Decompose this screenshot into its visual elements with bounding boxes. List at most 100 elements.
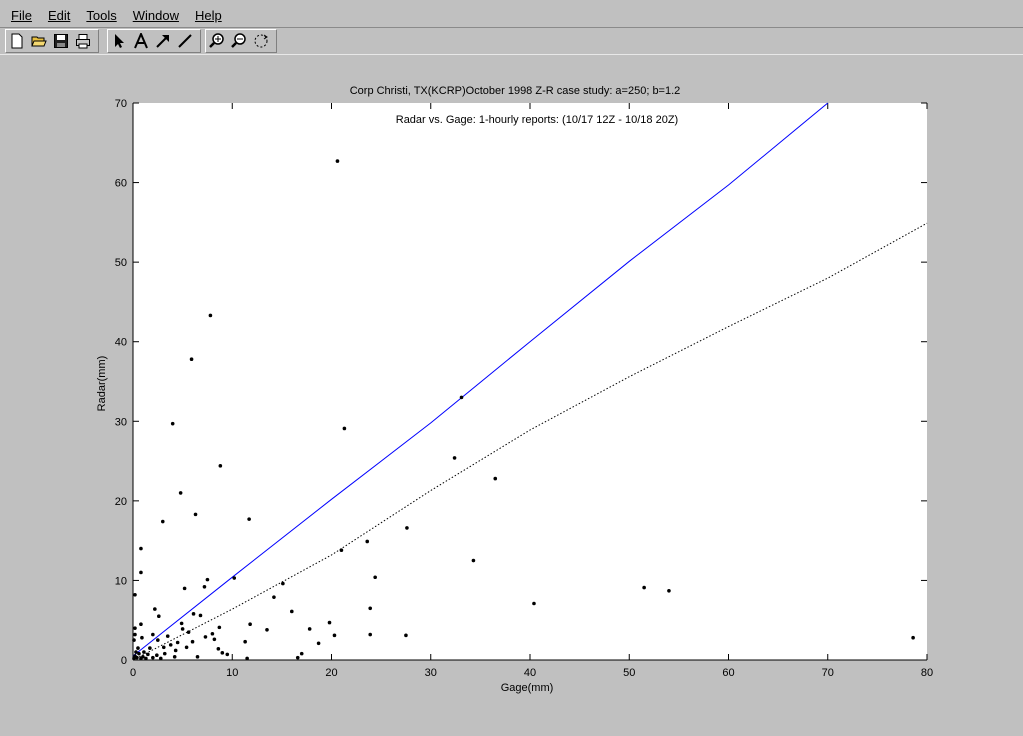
x-tick-label: 70 [822,667,834,679]
data-point [218,464,223,468]
data-point [316,641,321,646]
data-point [142,650,146,654]
plot-area [133,103,927,660]
data-point [307,627,312,631]
arrow-tool-button[interactable] [152,30,174,52]
data-point [532,601,536,606]
x-tick-label: 20 [325,667,337,679]
data-point [327,620,332,625]
data-point [335,159,340,163]
x-tick-label: 50 [623,667,635,679]
data-point [459,395,464,400]
menu-tools[interactable]: Tools [81,3,121,25]
data-point [180,627,185,631]
data-point [182,586,187,591]
x-tick-label: 0 [130,667,136,679]
data-point [155,653,159,658]
zoom-out-button[interactable] [228,30,250,52]
x-tick-label: 80 [921,667,933,679]
line-tool-button[interactable] [174,30,196,52]
figure-area: 0 10 20 30 40 50 60 70 80 0 10 20 30 40 50 60 70 Corp Ch… [0,55,1023,736]
data-point [133,626,137,630]
menu-edit-label: Edit [47,7,71,23]
menu-file[interactable]: File [6,3,37,25]
data-point [151,632,155,637]
data-point [493,476,498,481]
y-tick-label: 70 [115,98,127,110]
print-button[interactable] [72,30,94,52]
new-file-button[interactable] [6,30,28,52]
data-point [160,519,165,524]
chart-canvas: 0 10 20 30 40 50 60 70 80 0 10 20 30 40 50 60 70 Corp Ch… [96,85,933,694]
select-tool-button[interactable] [108,30,130,52]
rotate-icon [254,34,268,48]
data-point [140,635,144,640]
data-point [405,526,409,530]
text-tool-button[interactable] [130,30,152,52]
data-point [198,613,203,618]
y-tick-label: 10 [115,575,127,587]
data-point [153,607,157,611]
data-point [202,584,207,589]
zoom-in-button[interactable] [206,30,228,52]
data-point [225,652,230,657]
data-point [133,592,137,597]
menu-tools-label: Tools [86,7,117,23]
data-point [208,313,213,318]
x-tick-label: 40 [524,667,536,679]
data-point [133,632,137,637]
menu-help-label: Help [194,7,222,23]
save-button[interactable] [50,30,72,52]
x-axis-label: Gage(mm) [501,682,554,694]
line-icon [178,34,192,48]
file-tools-group [5,29,99,53]
data-point [342,426,347,431]
data-point [135,655,139,660]
data-point [642,585,646,590]
data-point [281,581,285,586]
y-tick-label: 0 [121,655,127,667]
data-point [139,570,143,575]
data-point [295,655,300,660]
data-point [178,491,183,495]
y-tick-label: 40 [115,337,127,349]
data-point [365,539,370,544]
chart-subtitle: Radar vs. Gage: 1-hourly reports: (10/17… [396,114,678,126]
data-point [368,606,373,611]
data-point [144,656,148,661]
menu-window[interactable]: Window [128,3,184,25]
data-point [471,558,476,563]
y-tick-label: 60 [115,178,127,190]
open-file-button[interactable] [28,30,50,52]
data-point [290,609,294,614]
data-point [172,655,177,659]
text-icon [134,33,148,49]
rotate-button[interactable] [250,30,272,52]
data-point [232,576,237,580]
arrow-icon [156,35,169,48]
y-tick-label: 50 [115,257,127,269]
data-point [210,631,215,636]
data-point [911,635,915,640]
menu-help[interactable]: Help [190,3,227,25]
data-point [404,633,408,638]
data-point [137,651,141,656]
data-point [667,588,671,593]
view-tools-group [205,29,277,53]
menu-edit[interactable]: Edit [43,3,75,25]
save-icon [54,34,68,48]
x-tick-label: 60 [722,667,734,679]
chart-title: Corp Christi, TX(KCRP)October 1998 Z-R c… [350,85,681,97]
data-point [162,651,167,656]
y-tick-label: 20 [115,496,127,508]
data-point [136,646,140,650]
data-point [248,622,252,626]
data-point [247,517,251,521]
zoom-in-icon [209,33,224,48]
data-point [151,655,155,660]
print-icon [76,34,90,49]
data-point [189,357,194,362]
data-point [195,655,200,659]
data-point [220,651,225,655]
data-point [299,651,304,656]
